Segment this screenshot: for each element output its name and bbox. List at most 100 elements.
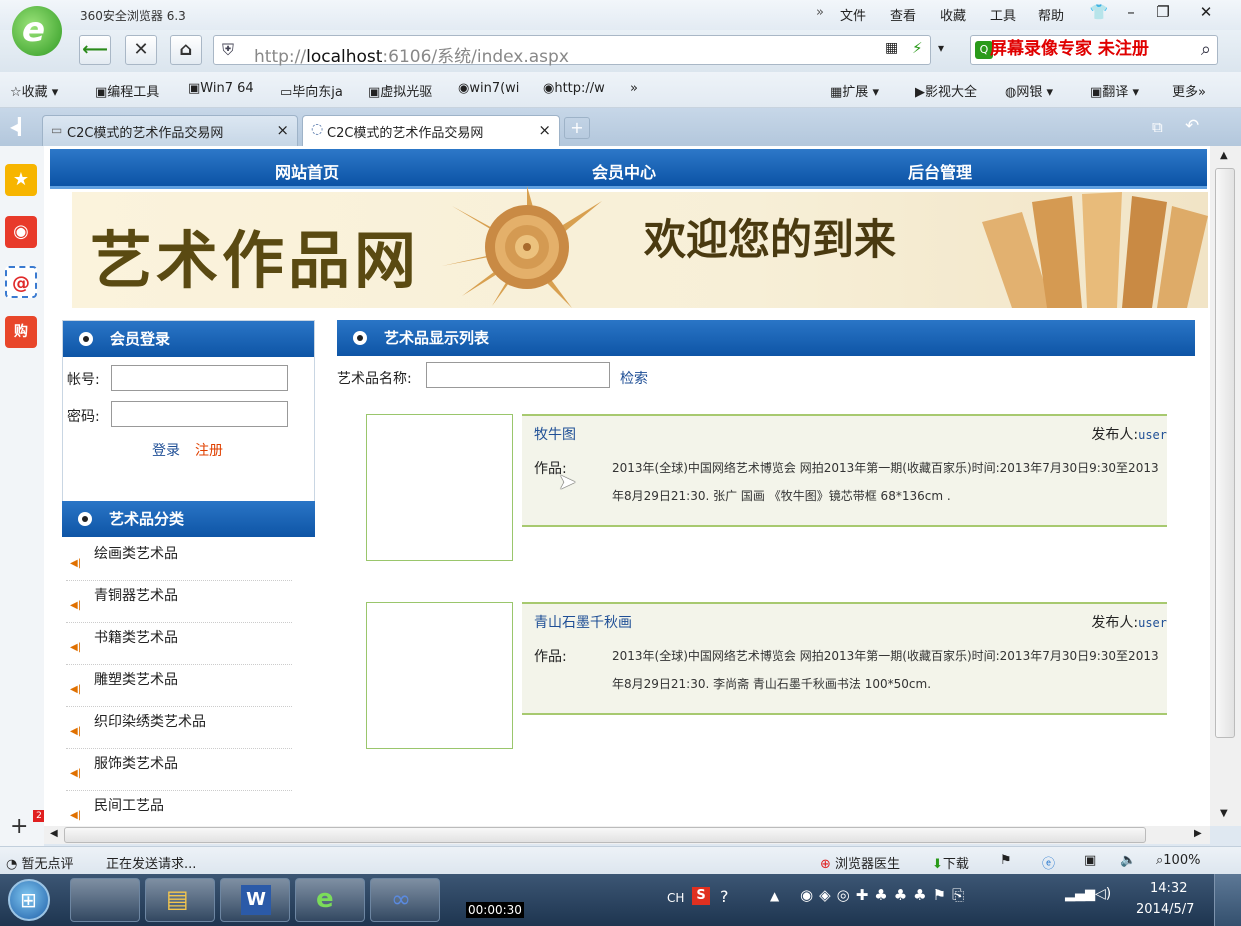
new-tab-button[interactable]: + bbox=[564, 117, 590, 139]
taskbar-explorer[interactable]: ▤ bbox=[145, 878, 215, 922]
register-link[interactable]: 注册 bbox=[195, 440, 223, 460]
browser-doctor-button[interactable]: ⊕ 浏览器医生 bbox=[820, 853, 900, 872]
nav-admin[interactable]: 后台管理 bbox=[908, 159, 972, 183]
taskbar-app-1[interactable] bbox=[70, 878, 140, 922]
category-item[interactable]: ◀| 织印染绣类艺术品 bbox=[66, 707, 292, 749]
flag-icon[interactable]: ⚑ bbox=[1000, 853, 1012, 868]
favorites-button[interactable]: ☆收藏 ▾ bbox=[10, 81, 58, 100]
fav-item-win7wi[interactable]: ◉win7(wi bbox=[458, 81, 519, 96]
mail-icon[interactable]: @ bbox=[5, 266, 37, 298]
taskbar-browser[interactable]: e bbox=[295, 878, 365, 922]
help-icon[interactable]: ? bbox=[720, 887, 729, 906]
comment-status[interactable]: ◔ 暂无点评 bbox=[6, 853, 74, 872]
artwork-title[interactable]: 牧牛图 bbox=[534, 424, 576, 444]
chevron-down-icon[interactable]: ▾ bbox=[938, 41, 944, 55]
lightning-icon[interactable]: ⚡ bbox=[912, 39, 923, 57]
scroll-thumb[interactable] bbox=[1215, 168, 1235, 738]
address-bar[interactable]: ⛨ http://localhost:6106/系统/index.aspx bbox=[213, 35, 931, 67]
artwork-search-input[interactable] bbox=[426, 362, 610, 388]
fav-item-http[interactable]: ◉http://w bbox=[543, 81, 605, 96]
tray-icons[interactable]: ◉◈◎✚♣♣♣⚑⎘ bbox=[800, 886, 970, 904]
home-button[interactable]: ⌂ bbox=[170, 35, 202, 65]
restore-icon[interactable]: ❐ bbox=[1149, 1, 1177, 25]
horizontal-scrollbar[interactable]: ◀ ▶ bbox=[44, 826, 1210, 844]
tab-inactive[interactable]: ▭ C2C模式的艺术作品交易网 × bbox=[42, 115, 298, 146]
bank-button[interactable]: ◍网银 ▾ bbox=[1005, 81, 1053, 100]
favorites-star-icon[interactable]: ★ bbox=[5, 164, 37, 196]
fav-item-programming[interactable]: ▣编程工具 bbox=[95, 81, 159, 100]
close-tab-icon[interactable]: × bbox=[538, 121, 551, 139]
ime-indicator[interactable]: CH bbox=[667, 891, 684, 905]
taskbar-word[interactable]: W bbox=[220, 878, 290, 922]
scroll-up-icon[interactable]: ▲ bbox=[1220, 150, 1228, 161]
volume-icon[interactable]: ◁) bbox=[1095, 886, 1111, 902]
menu-help[interactable]: 帮助 bbox=[1038, 5, 1064, 24]
page-icon: ▭ bbox=[51, 123, 63, 137]
category-item[interactable]: ◀| 绘画类艺术品 bbox=[66, 539, 292, 581]
loading-status: 正在发送请求... bbox=[106, 857, 197, 872]
artwork-thumbnail[interactable] bbox=[366, 602, 513, 749]
login-link[interactable]: 登录 bbox=[152, 440, 180, 460]
vertical-scrollbar[interactable]: ▲ ▼ bbox=[1210, 146, 1241, 826]
tab-list-icon[interactable]: ⧉ bbox=[1152, 118, 1163, 136]
menu-file[interactable]: 文件 bbox=[840, 5, 866, 24]
stop-button[interactable]: ✕ bbox=[125, 35, 157, 65]
show-desktop-button[interactable] bbox=[1214, 874, 1241, 926]
sidebar-toggle-icon[interactable]: ◂▎ bbox=[10, 117, 30, 136]
qr-code-icon[interactable]: ▦ bbox=[885, 40, 898, 56]
hscroll-thumb[interactable] bbox=[64, 827, 1146, 843]
search-button[interactable]: 检索 bbox=[620, 368, 648, 388]
menu-view[interactable]: 查看 bbox=[890, 5, 916, 24]
menu-favorites[interactable]: 收藏 bbox=[940, 5, 966, 24]
tray-expand-icon[interactable]: ▲ bbox=[770, 889, 779, 903]
search-icon[interactable]: ⌕ bbox=[1201, 39, 1211, 60]
bullet-icon bbox=[79, 332, 93, 346]
artwork-title[interactable]: 青山石墨千秋画 bbox=[534, 612, 632, 632]
window-icon[interactable]: ▣ bbox=[1084, 853, 1096, 868]
close-tab-icon[interactable]: × bbox=[276, 121, 289, 139]
tab-active[interactable]: ◌ C2C模式的艺术作品交易网 × bbox=[302, 115, 560, 146]
category-item[interactable]: ◀| 服饰类艺术品 bbox=[66, 749, 292, 791]
menu-more-icon[interactable]: » bbox=[816, 5, 824, 20]
more-button[interactable]: 更多» bbox=[1172, 81, 1206, 100]
zoom-control[interactable]: ⌕100% bbox=[1156, 853, 1200, 868]
fav-more-icon[interactable]: » bbox=[630, 81, 638, 96]
nav-member-center[interactable]: 会员中心 bbox=[592, 159, 656, 183]
category-item[interactable]: ◀| 民间工艺品 bbox=[66, 791, 292, 826]
clock-time[interactable]: 14:32 bbox=[1150, 881, 1187, 896]
back-button[interactable]: ⟵ bbox=[79, 35, 111, 65]
artwork-thumbnail[interactable] bbox=[366, 414, 513, 561]
close-window-icon[interactable]: ✕ bbox=[1192, 1, 1220, 25]
weibo-icon[interactable]: ◉ bbox=[5, 216, 37, 248]
network-icon[interactable]: ▂▄▆ bbox=[1065, 887, 1095, 902]
add-sidebar-icon[interactable]: + bbox=[10, 814, 28, 839]
category-label: 服饰类艺术品 bbox=[94, 756, 178, 772]
fav-item-bi[interactable]: ▭毕向东ja bbox=[280, 81, 343, 100]
extensions-button[interactable]: ▦扩展 ▾ bbox=[830, 81, 879, 100]
undo-close-icon[interactable]: ↶ bbox=[1185, 116, 1199, 136]
sogou-ime-icon[interactable]: S bbox=[692, 887, 710, 905]
password-input[interactable] bbox=[111, 401, 288, 427]
category-item[interactable]: ◀| 书籍类艺术品 bbox=[66, 623, 292, 665]
scroll-down-icon[interactable]: ▼ bbox=[1220, 808, 1228, 819]
download-button[interactable]: ⬇下载 bbox=[932, 853, 969, 872]
skin-icon[interactable]: 👕 bbox=[1085, 1, 1113, 25]
fav-item-virtual-drive[interactable]: ▣虚拟光驱 bbox=[368, 81, 432, 100]
ie-mode-icon[interactable]: ⓔ bbox=[1042, 853, 1055, 872]
category-item[interactable]: ◀| 雕塑类艺术品 bbox=[66, 665, 292, 707]
shopping-icon[interactable]: 购 bbox=[5, 316, 37, 348]
menu-tools[interactable]: 工具 bbox=[990, 5, 1016, 24]
category-item[interactable]: ◀| 青铜器艺术品 bbox=[66, 581, 292, 623]
account-input[interactable] bbox=[111, 365, 288, 391]
nav-home[interactable]: 网站首页 bbox=[275, 159, 339, 183]
scroll-right-icon[interactable]: ▶ bbox=[1194, 828, 1202, 839]
speaker-icon[interactable]: 🔈 bbox=[1120, 853, 1136, 868]
taskbar-recorder[interactable]: ∞ bbox=[370, 878, 440, 922]
scroll-left-icon[interactable]: ◀ bbox=[50, 828, 58, 839]
clock-date[interactable]: 2014/5/7 bbox=[1136, 902, 1194, 917]
fav-item-win7[interactable]: ▣Win7 64 bbox=[188, 81, 254, 96]
video-button[interactable]: ▶影视大全 bbox=[915, 81, 977, 100]
minimize-icon[interactable]: – bbox=[1117, 1, 1145, 25]
translate-button[interactable]: ▣翻译 ▾ bbox=[1090, 81, 1139, 100]
start-button[interactable]: ⊞ bbox=[8, 879, 50, 921]
